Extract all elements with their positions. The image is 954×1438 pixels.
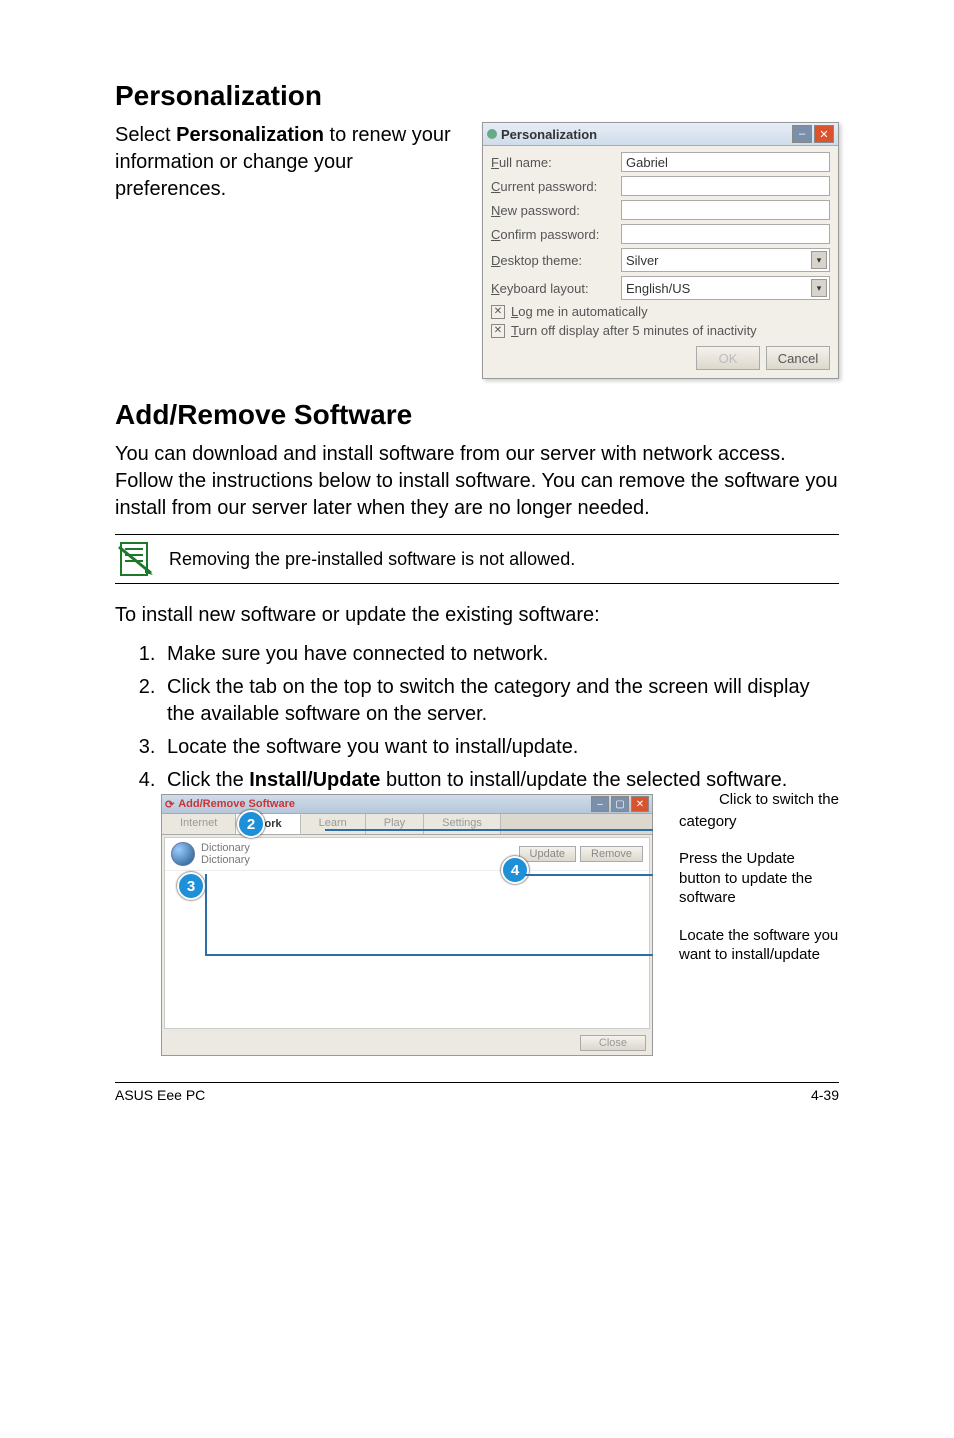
- note-text: Removing the pre-installed software is n…: [169, 549, 575, 570]
- tab-play[interactable]: Play: [366, 814, 424, 834]
- software-row: Dictionary Dictionary Update Remove: [165, 838, 649, 871]
- current-password-label: Current password:: [491, 179, 621, 194]
- callout-update: Press the Update button to update the so…: [679, 849, 839, 908]
- auto-login-checkbox[interactable]: ✕: [491, 305, 505, 319]
- step4-post: button to install/update the selected so…: [380, 769, 787, 791]
- add-remove-title: Add/Remove Software: [178, 798, 295, 810]
- dialog-titlebar: Personalization – ✕: [483, 123, 838, 146]
- dialog-title: Personalization: [501, 127, 597, 142]
- chevron-down-icon: ▾: [811, 251, 827, 269]
- software-name-2: Dictionary: [201, 854, 250, 866]
- close-window-button[interactable]: Close: [580, 1035, 646, 1051]
- current-password-input[interactable]: [621, 176, 830, 196]
- tab-settings[interactable]: Settings: [424, 814, 501, 834]
- callout-badge-2: 2: [237, 810, 265, 838]
- step-1: Make sure you have connected to network.: [161, 641, 839, 668]
- tab-learn[interactable]: Learn: [301, 814, 366, 834]
- callout-badge-4: 4: [501, 856, 529, 884]
- callout-locate: Locate the software you want to install/…: [679, 926, 839, 965]
- turn-off-display-checkbox[interactable]: ✕: [491, 324, 505, 338]
- cancel-button[interactable]: Cancel: [766, 346, 830, 370]
- add-remove-heading: Add/Remove Software: [115, 399, 839, 431]
- intro-pre: Select: [115, 124, 176, 146]
- software-name-1: Dictionary: [201, 842, 250, 854]
- globe-icon: [171, 842, 195, 866]
- footer-left: ASUS Eee PC: [115, 1087, 205, 1103]
- callout-category: category: [679, 812, 839, 832]
- update-button[interactable]: Update: [519, 846, 576, 862]
- callout-pre: Click to switch the: [679, 790, 839, 810]
- remove-button[interactable]: Remove: [580, 846, 643, 862]
- category-tabs: Internet Work Learn Play Settings: [162, 814, 652, 835]
- ok-button[interactable]: OK: [696, 346, 760, 370]
- step4-pre: Click the: [167, 769, 249, 791]
- app-icon: [487, 129, 497, 139]
- desktop-theme-value: Silver: [626, 253, 659, 268]
- note-icon: [115, 539, 155, 579]
- chevron-down-icon: ▾: [811, 279, 827, 297]
- keyboard-layout-select[interactable]: English/US ▾: [621, 276, 830, 300]
- step-3: Locate the software you want to install/…: [161, 734, 839, 761]
- close-button[interactable]: ✕: [814, 125, 834, 143]
- window-icon: ⟳: [165, 798, 174, 811]
- steps-list: Make sure you have connected to network.…: [115, 641, 839, 794]
- note-box: Removing the pre-installed software is n…: [115, 534, 839, 584]
- add-remove-body: You can download and install software fr…: [115, 441, 839, 522]
- callout-badge-3: 3: [177, 872, 205, 900]
- keyboard-layout-value: English/US: [626, 281, 690, 296]
- auto-login-label: Log me in automatically: [511, 304, 648, 319]
- install-lead: To install new software or update the ex…: [115, 602, 839, 629]
- footer-right: 4-39: [811, 1087, 839, 1103]
- full-name-input[interactable]: [621, 152, 830, 172]
- step4-bold: Install/Update: [249, 769, 380, 791]
- tab-internet[interactable]: Internet: [162, 814, 236, 834]
- new-password-input[interactable]: [621, 200, 830, 220]
- personalization-intro: Select Personalization to renew your inf…: [115, 122, 462, 379]
- step-2: Click the tab on the top to switch the c…: [161, 674, 839, 728]
- maximize-button[interactable]: ▢: [611, 796, 629, 812]
- desktop-theme-select[interactable]: Silver ▾: [621, 248, 830, 272]
- confirm-password-label: Confirm password:: [491, 227, 621, 242]
- add-remove-window: ⟳ Add/Remove Software – ▢ ✕ Internet Wor…: [161, 794, 653, 1056]
- intro-bold: Personalization: [176, 124, 324, 146]
- new-password-label: New password:: [491, 203, 621, 218]
- minimize-button[interactable]: –: [591, 796, 609, 812]
- desktop-theme-label: Desktop theme:: [491, 253, 621, 268]
- full-name-label: Full name:: [491, 155, 621, 170]
- turn-off-display-label: Turn off display after 5 minutes of inac…: [511, 323, 757, 338]
- personalization-heading: Personalization: [115, 80, 839, 112]
- close-button[interactable]: ✕: [631, 796, 649, 812]
- confirm-password-input[interactable]: [621, 224, 830, 244]
- add-remove-titlebar: ⟳ Add/Remove Software – ▢ ✕: [162, 795, 652, 814]
- minimize-button[interactable]: –: [792, 125, 812, 143]
- personalization-dialog: Personalization – ✕ Full name: Current p…: [482, 122, 839, 379]
- keyboard-layout-label: Keyboard layout:: [491, 281, 621, 296]
